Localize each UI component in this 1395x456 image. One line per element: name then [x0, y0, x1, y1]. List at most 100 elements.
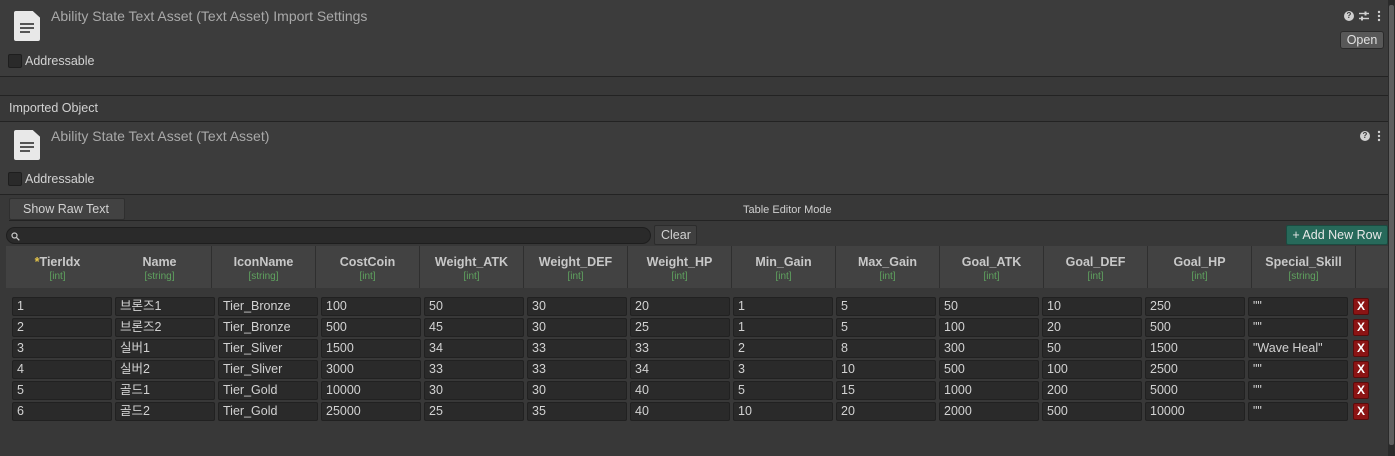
table-cell-goal-hp[interactable]: 500 [1145, 318, 1245, 337]
table-cell-weight-atk[interactable]: 25 [424, 402, 524, 421]
delete-row-button[interactable]: X [1353, 340, 1369, 357]
table-cell-weight-hp[interactable]: 40 [630, 381, 730, 400]
sliders-icon[interactable] [1358, 10, 1370, 22]
table-cell-costcoin[interactable]: 10000 [321, 381, 421, 400]
table-cell-iconname[interactable]: Tier_Gold [218, 402, 318, 421]
table-cell-tieridx[interactable]: 4 [12, 360, 112, 379]
table-cell-tieridx[interactable]: 1 [12, 297, 112, 316]
add-new-row-button[interactable]: + Add New Row [1286, 225, 1388, 245]
table-cell-goal-def[interactable]: 20 [1042, 318, 1142, 337]
table-cell-special-skill[interactable]: "" [1248, 360, 1348, 379]
table-cell-goal-hp[interactable]: 1500 [1145, 339, 1245, 358]
table-cell-goal-hp[interactable]: 250 [1145, 297, 1245, 316]
table-cell-special-skill[interactable]: "" [1248, 402, 1348, 421]
table-cell-special-skill[interactable]: "" [1248, 381, 1348, 400]
table-cell-special-skill[interactable]: "" [1248, 318, 1348, 337]
table-cell-max-gain[interactable]: 20 [836, 402, 936, 421]
table-cell-max-gain[interactable]: 15 [836, 381, 936, 400]
scrollbar-thumb[interactable] [1389, 5, 1394, 445]
table-cell-tieridx[interactable]: 6 [12, 402, 112, 421]
column-header-costcoin[interactable]: CostCoin [int] [316, 246, 420, 288]
table-cell-goal-atk[interactable]: 500 [939, 360, 1039, 379]
table-cell-goal-atk[interactable]: 300 [939, 339, 1039, 358]
table-cell-max-gain[interactable]: 8 [836, 339, 936, 358]
table-cell-goal-hp[interactable]: 5000 [1145, 381, 1245, 400]
delete-row-button[interactable]: X [1353, 319, 1369, 336]
table-cell-weight-hp[interactable]: 25 [630, 318, 730, 337]
open-button[interactable]: Open [1340, 31, 1384, 49]
table-cell-goal-atk[interactable]: 1000 [939, 381, 1039, 400]
table-cell-weight-atk[interactable]: 34 [424, 339, 524, 358]
delete-row-button[interactable]: X [1353, 361, 1369, 378]
table-cell-goal-def[interactable]: 50 [1042, 339, 1142, 358]
table-cell-goal-def[interactable]: 200 [1042, 381, 1142, 400]
table-cell-goal-hp[interactable]: 10000 [1145, 402, 1245, 421]
table-cell-iconname[interactable]: Tier_Bronze [218, 318, 318, 337]
table-cell-weight-hp[interactable]: 40 [630, 402, 730, 421]
table-cell-iconname[interactable]: Tier_Gold [218, 381, 318, 400]
table-cell-goal-atk[interactable]: 2000 [939, 402, 1039, 421]
table-cell-name[interactable]: 실버1 [115, 339, 215, 358]
table-cell-weight-def[interactable]: 30 [527, 318, 627, 337]
table-cell-min-gain[interactable]: 5 [733, 381, 833, 400]
column-header-weight-atk[interactable]: Weight_ATK [int] [420, 246, 524, 288]
table-cell-weight-def[interactable]: 35 [527, 402, 627, 421]
table-cell-name[interactable]: 골드1 [115, 381, 215, 400]
table-cell-name[interactable]: 브론즈1 [115, 297, 215, 316]
table-cell-costcoin[interactable]: 1500 [321, 339, 421, 358]
column-header-name[interactable]: Name [string] [108, 246, 212, 288]
table-cell-weight-atk[interactable]: 45 [424, 318, 524, 337]
addressable-checkbox-import[interactable] [8, 54, 22, 68]
column-header-special-skill[interactable]: Special_Skill [string] [1252, 246, 1356, 288]
table-cell-name[interactable]: 실버2 [115, 360, 215, 379]
table-cell-weight-def[interactable]: 30 [527, 381, 627, 400]
table-cell-tieridx[interactable]: 3 [12, 339, 112, 358]
table-cell-iconname[interactable]: Tier_Bronze [218, 297, 318, 316]
table-cell-iconname[interactable]: Tier_Sliver [218, 360, 318, 379]
column-header-iconname[interactable]: IconName [string] [212, 246, 316, 288]
table-cell-tieridx[interactable]: 2 [12, 318, 112, 337]
table-cell-iconname[interactable]: Tier_Sliver [218, 339, 318, 358]
table-cell-costcoin[interactable]: 500 [321, 318, 421, 337]
table-cell-weight-hp[interactable]: 20 [630, 297, 730, 316]
column-header-goal-def[interactable]: Goal_DEF [int] [1044, 246, 1148, 288]
table-cell-name[interactable]: 골드2 [115, 402, 215, 421]
table-cell-tieridx[interactable]: 5 [12, 381, 112, 400]
table-cell-min-gain[interactable]: 1 [733, 318, 833, 337]
help-icon[interactable]: ? [1344, 11, 1354, 21]
more-icon[interactable] [1377, 10, 1381, 22]
table-cell-weight-def[interactable]: 33 [527, 339, 627, 358]
table-cell-weight-atk[interactable]: 33 [424, 360, 524, 379]
table-cell-goal-def[interactable]: 10 [1042, 297, 1142, 316]
table-cell-costcoin[interactable]: 25000 [321, 402, 421, 421]
table-cell-min-gain[interactable]: 1 [733, 297, 833, 316]
addressable-checkbox-asset[interactable] [8, 172, 22, 186]
search-input[interactable] [6, 227, 651, 244]
table-cell-weight-hp[interactable]: 34 [630, 360, 730, 379]
more-icon[interactable] [1377, 130, 1381, 142]
table-cell-min-gain[interactable]: 3 [733, 360, 833, 379]
table-cell-goal-atk[interactable]: 100 [939, 318, 1039, 337]
table-cell-costcoin[interactable]: 100 [321, 297, 421, 316]
table-cell-goal-atk[interactable]: 50 [939, 297, 1039, 316]
column-header-tieridx[interactable]: *TierIdx [int] [6, 246, 110, 288]
column-header-weight-def[interactable]: Weight_DEF [int] [524, 246, 628, 288]
table-cell-special-skill[interactable]: "" [1248, 297, 1348, 316]
table-cell-name[interactable]: 브론즈2 [115, 318, 215, 337]
column-header-goal-atk[interactable]: Goal_ATK [int] [940, 246, 1044, 288]
column-header-weight-hp[interactable]: Weight_HP [int] [628, 246, 732, 288]
table-cell-weight-atk[interactable]: 30 [424, 381, 524, 400]
table-cell-weight-def[interactable]: 30 [527, 297, 627, 316]
column-header-max-gain[interactable]: Max_Gain [int] [836, 246, 940, 288]
table-cell-weight-atk[interactable]: 50 [424, 297, 524, 316]
table-cell-goal-def[interactable]: 100 [1042, 360, 1142, 379]
delete-row-button[interactable]: X [1353, 403, 1369, 420]
delete-row-button[interactable]: X [1353, 382, 1369, 399]
column-header-min-gain[interactable]: Min_Gain [int] [732, 246, 836, 288]
table-cell-min-gain[interactable]: 2 [733, 339, 833, 358]
delete-row-button[interactable]: X [1353, 298, 1369, 315]
column-header-goal-hp[interactable]: Goal_HP [int] [1148, 246, 1252, 288]
table-cell-min-gain[interactable]: 10 [733, 402, 833, 421]
help-icon[interactable]: ? [1360, 131, 1370, 141]
table-cell-weight-def[interactable]: 33 [527, 360, 627, 379]
